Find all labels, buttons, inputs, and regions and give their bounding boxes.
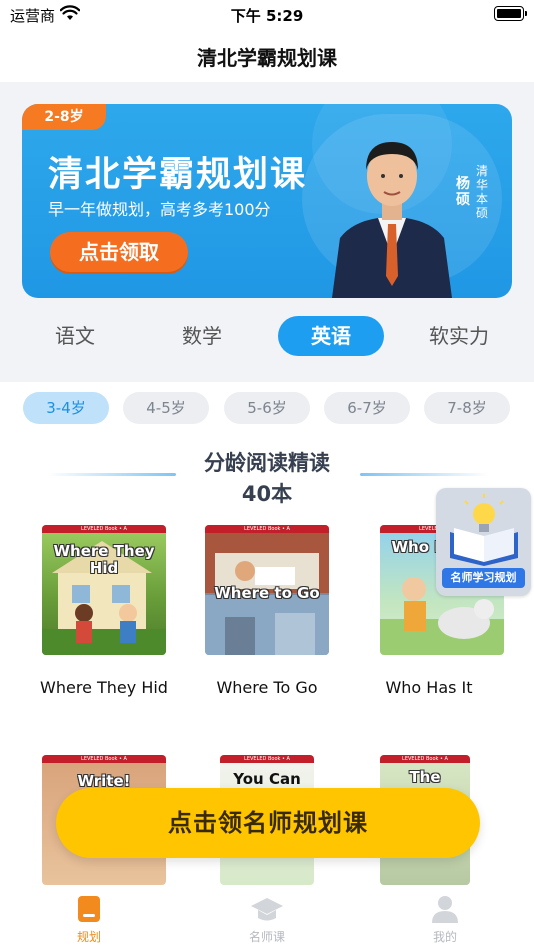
tab-label: 规划 [76, 930, 101, 944]
book-cover[interactable]: LEVELED Book • A Where They Hid [42, 525, 166, 655]
book-icon [78, 896, 100, 922]
status-time: 下午 5:29 [230, 7, 304, 25]
banner-title: 清北学霸规划课 [48, 155, 308, 195]
graduation-cap-icon [251, 898, 283, 921]
subject-tabs: 语文 数学 英语 软实力 [22, 316, 512, 358]
tab-chinese[interactable]: 语文 [22, 316, 128, 356]
book-title[interactable]: Where They Hid [29, 678, 179, 698]
presenter-name: 杨硕 [456, 176, 470, 208]
presenter-title: 清华本硕 [476, 164, 489, 220]
age-filter-5-6[interactable]: 5-6岁 [224, 392, 310, 424]
age-filter-3-4[interactable]: 3-4岁 [23, 392, 109, 424]
age-badge: 2-8岁 [22, 104, 106, 130]
book-cover-title: Where to Go [214, 584, 320, 602]
book-cover-title: The [409, 768, 441, 786]
floating-badge-label: 名师学习规划 [442, 568, 525, 588]
person-icon [432, 896, 458, 923]
tab-math[interactable]: 数学 [149, 316, 255, 356]
nav-bar: 清北学霸规划课 [0, 30, 534, 82]
tab-plan[interactable]: 规划 [34, 894, 144, 948]
section-title: 分龄阅读精读 [204, 451, 330, 475]
book-title[interactable]: Where To Go [192, 678, 342, 698]
claim-button[interactable]: 点击领取 [50, 232, 188, 272]
book-cover-title: You Can [233, 770, 301, 788]
book-cover-title: Where They Hid [53, 542, 155, 577]
book-cover[interactable]: LEVELED Book • A Where to Go [205, 525, 329, 655]
tab-soft-skills[interactable]: 软实力 [406, 316, 512, 356]
presenter-photo [332, 142, 452, 298]
promo-banner[interactable]: 2-8岁 清北学霸规划课 早一年做规划，高考多考100分 点击领取 杨硕 清华本… [22, 104, 512, 298]
book-title[interactable]: Who Has It [354, 678, 504, 698]
tab-teachers[interactable]: 名师课 [212, 894, 322, 948]
study-plan-floating-button[interactable]: 名师学习规划 [436, 488, 531, 596]
tab-mine[interactable]: 我的 [390, 894, 500, 948]
age-filter-6-7[interactable]: 6-7岁 [324, 392, 410, 424]
claim-course-button[interactable]: 点击领名师规划课 [56, 788, 480, 858]
tab-english[interactable]: 英语 [278, 316, 384, 356]
open-book-lightbulb-icon [450, 494, 518, 566]
status-bar: 运营商 下午 5:29 [0, 0, 534, 30]
battery-icon [494, 6, 527, 21]
tab-bar: 规划 名师课 我的 [0, 890, 534, 950]
banner-subtitle: 早一年做规划，高考多考100分 [48, 200, 271, 219]
age-filter-7-8[interactable]: 7-8岁 [424, 392, 510, 424]
page-title: 清北学霸规划课 [197, 46, 337, 70]
tab-label: 我的 [432, 930, 457, 944]
tab-label: 名师课 [248, 930, 285, 944]
age-filter-4-5[interactable]: 4-5岁 [123, 392, 209, 424]
